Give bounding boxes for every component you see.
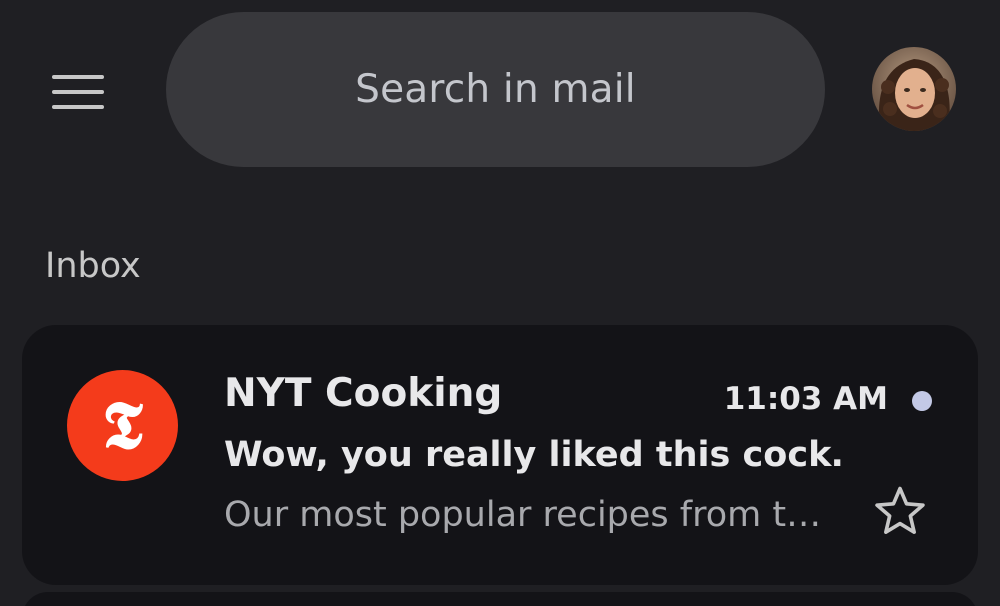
unread-dot-icon (912, 391, 932, 411)
email-time: 11:03 AM (723, 381, 888, 417)
star-outline-icon (875, 486, 925, 534)
email-list-item-next[interactable] (22, 592, 978, 606)
avatar-photo (872, 47, 956, 131)
search-bar[interactable]: Search in mail (166, 12, 825, 167)
nyt-logo-icon: 𝕿 (102, 385, 143, 464)
inbox-label: Inbox (45, 246, 141, 286)
email-sender: NYT Cooking (224, 371, 503, 416)
star-button[interactable] (872, 483, 928, 539)
email-list-item[interactable]: 𝕿 NYT Cooking 11:03 AM Wow, you really l… (22, 325, 978, 585)
hamburger-menu-icon (52, 75, 104, 109)
main-menu-button[interactable] (40, 62, 116, 122)
sender-avatar-nyt: 𝕿 (67, 370, 178, 481)
email-snippet: Our most popular recipes from t… (224, 495, 822, 535)
gmail-inbox-screen: Search in mail Inbox 𝕿 NYT Cooking 11:03… (0, 0, 1000, 606)
email-subject: Wow, you really liked this cock… (224, 435, 844, 475)
account-avatar[interactable] (872, 47, 956, 131)
search-placeholder: Search in mail (355, 67, 636, 112)
